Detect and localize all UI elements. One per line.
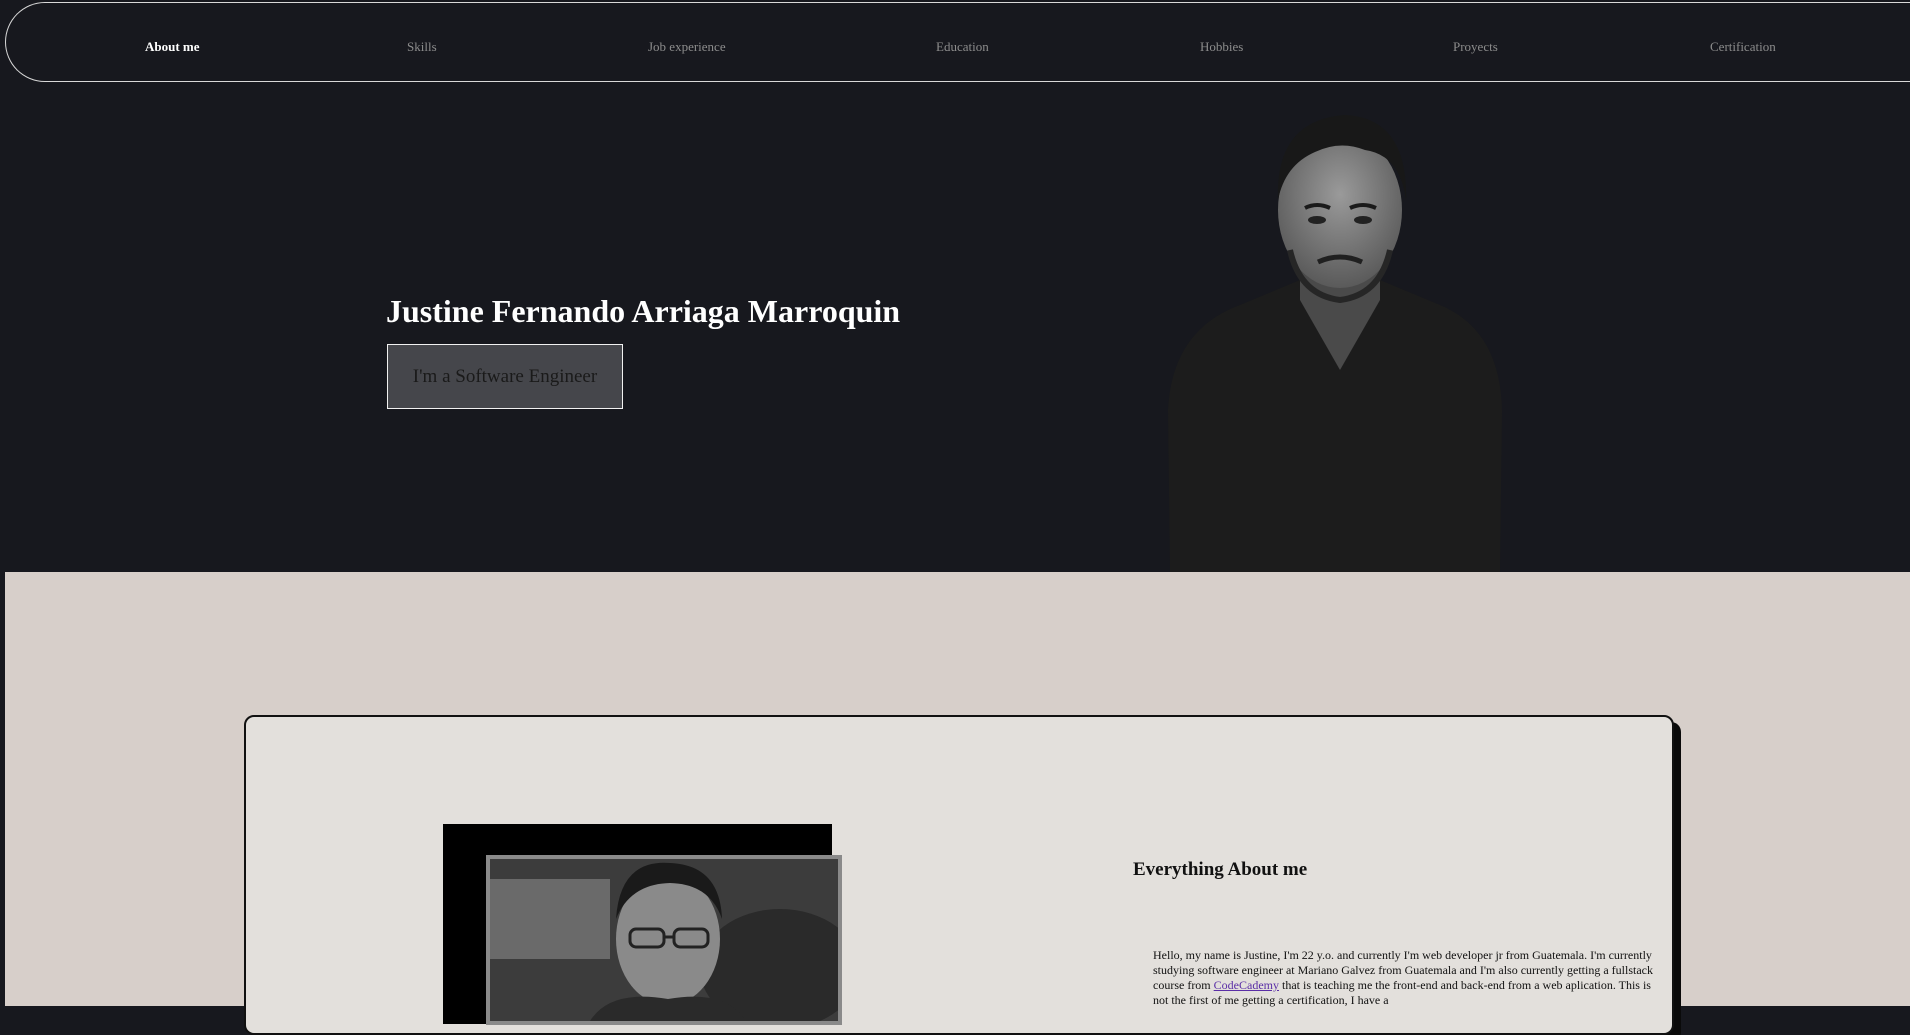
portrait-photo — [1168, 115, 1502, 572]
about-photo — [486, 855, 842, 1025]
nav-item-education[interactable]: Education — [936, 39, 989, 55]
nav-item-job-experience[interactable]: Job experience — [648, 39, 726, 55]
nav-item-skills[interactable]: Skills — [407, 39, 437, 55]
codecademy-link[interactable]: CodeCademy — [1214, 978, 1279, 992]
about-paragraph: Hello, my name is Justine, I'm 22 y.o. a… — [1153, 948, 1653, 1008]
about-title: Everything About me — [1133, 859, 1308, 880]
nav-item-proyects[interactable]: Proyects — [1453, 39, 1498, 55]
role-button[interactable]: I'm a Software Engineer — [387, 344, 623, 409]
nav-item-certification[interactable]: Certification — [1710, 39, 1776, 55]
top-nav: About me Skills Job experience Education… — [5, 2, 1910, 82]
nav-item-about-me[interactable]: About me — [145, 39, 200, 55]
nav-item-hobbies[interactable]: Hobbies — [1200, 39, 1243, 55]
hero-name: Justine Fernando Arriaga Marroquin — [386, 293, 901, 329]
